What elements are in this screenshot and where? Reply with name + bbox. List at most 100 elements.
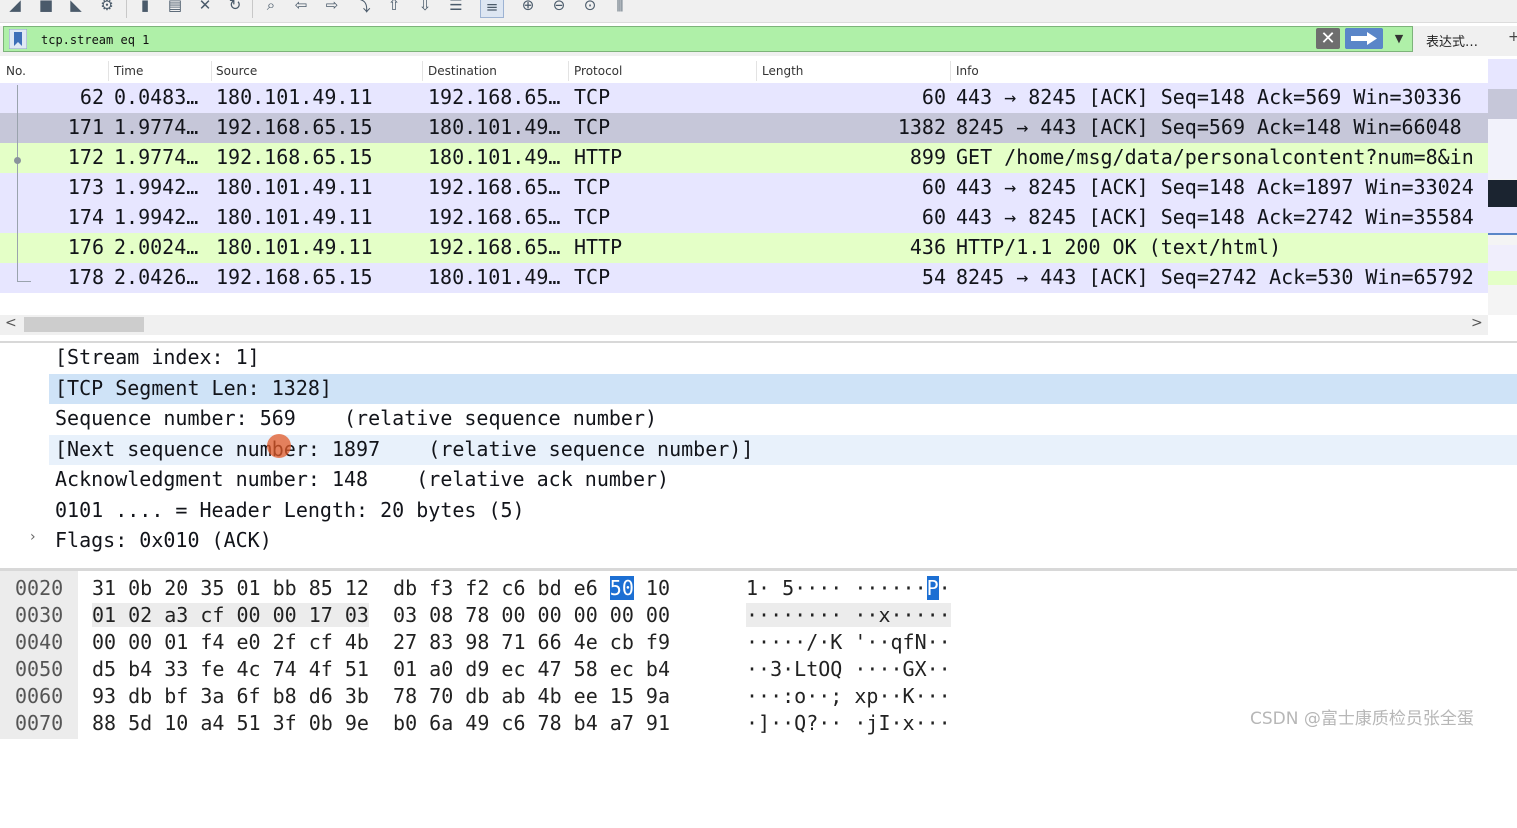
- detail-text: 0101 .... = Header Length: 20 bytes (5): [55, 498, 525, 522]
- hex-offset: 0060: [15, 684, 64, 708]
- packet-list: No. Time Source Destination Protocol Len…: [0, 59, 1517, 337]
- zoom-out-icon[interactable]: ⊖: [548, 0, 570, 16]
- open-file-icon[interactable]: ▮: [134, 0, 156, 16]
- cell-time: 1.9774…: [114, 145, 199, 169]
- detail-item[interactable]: Sequence number: 569 (relative sequence …: [49, 404, 1517, 434]
- cell-time: 1.9942…: [114, 205, 199, 229]
- hex-line[interactable]: 0020 31 0b 20 35 01 bb 85 12 db f3 f2 c6…: [0, 573, 1517, 600]
- detail-text: [Next sequence number: 1897 (relative se…: [55, 437, 754, 461]
- go-to-packet-icon[interactable]: ⤵: [352, 0, 374, 16]
- hex-line[interactable]: 0030 01 02 a3 cf 00 00 17 03 03 08 78 00…: [0, 600, 1517, 627]
- packet-list-header: No. Time Source Destination Protocol Len…: [0, 59, 1488, 84]
- detail-text: Sequence number: 569 (relative sequence …: [55, 406, 658, 430]
- reload-file-icon[interactable]: ↻: [224, 0, 246, 16]
- detail-item[interactable]: Acknowledgment number: 148 (relative ack…: [49, 465, 1517, 495]
- toolbar-separator: [252, 0, 253, 18]
- hex-bytes-tail: 10: [633, 576, 671, 600]
- resize-columns-icon[interactable]: ⫼: [609, 0, 631, 16]
- hex-bytes-group2: db f3 f2 c6 bd e6: [393, 576, 610, 600]
- hex-bytes-group1: 88 5d 10 a4 51 3f 0b 9e: [92, 711, 369, 735]
- restart-capture-icon[interactable]: ◣: [65, 0, 87, 16]
- hex-offset: 0020: [15, 576, 64, 600]
- detail-item[interactable]: 0101 .... = Header Length: 20 bytes (5): [49, 496, 1517, 526]
- packet-row[interactable]: 174 1.9942… 180.101.49.11 192.168.65… TC…: [0, 203, 1488, 233]
- autoscroll-icon[interactable]: ☰: [445, 0, 467, 16]
- detail-text: [Stream index: 1]: [55, 345, 260, 369]
- packet-row[interactable]: 62 0.0483… 180.101.49.11 192.168.65… TCP…: [0, 83, 1488, 113]
- zoom-normal-icon[interactable]: ⊙: [579, 0, 601, 16]
- cell-destination: 192.168.65…: [428, 235, 561, 259]
- shark-fin-start-icon[interactable]: ◢: [4, 0, 26, 16]
- toolbar-separator: [126, 0, 127, 18]
- hex-bytes: 01 02 a3 cf 00 00 17 03 03 08 78 00 00 0…: [92, 603, 670, 627]
- cell-source: 180.101.49.11: [216, 85, 373, 109]
- zoom-in-icon[interactable]: ⊕: [517, 0, 539, 16]
- detail-item[interactable]: [Stream index: 1]: [49, 343, 1517, 373]
- packet-list-minimap-scrollbar[interactable]: [1488, 59, 1517, 315]
- mouse-cursor-indicator: [267, 434, 291, 458]
- packet-row[interactable]: 178 2.0426… 192.168.65.15 180.101.49… TC…: [0, 263, 1488, 293]
- add-filter-button[interactable]: +: [1508, 29, 1517, 45]
- column-header-destination[interactable]: Destination: [428, 64, 497, 78]
- scroll-right-icon[interactable]: >: [1471, 315, 1483, 331]
- expression-button[interactable]: 表达式…: [1426, 31, 1478, 50]
- cell-time: 1.9774…: [114, 115, 199, 139]
- column-header-time[interactable]: Time: [114, 64, 143, 78]
- cell-protocol: HTTP: [574, 235, 623, 259]
- column-header-info[interactable]: Info: [956, 64, 979, 78]
- stop-capture-icon[interactable]: ■: [35, 0, 57, 16]
- scrollbar-thumb[interactable]: [24, 317, 144, 332]
- expand-chevron-icon[interactable]: ›: [30, 529, 36, 545]
- packet-row[interactable]: 173 1.9942… 180.101.49.11 192.168.65… TC…: [0, 173, 1488, 203]
- clear-filter-icon[interactable]: ✕: [1316, 28, 1340, 49]
- detail-text: [TCP Segment Len: 1328]: [55, 376, 332, 400]
- column-header-protocol[interactable]: Protocol: [574, 64, 622, 78]
- cell-source: 192.168.65.15: [216, 265, 373, 289]
- hex-bytes-group1: 01 02 a3 cf 00 00 17 03: [92, 603, 369, 627]
- capture-options-icon[interactable]: ⚙: [96, 0, 118, 16]
- hex-bytes-group2: 27 83 98 71 66 4e cb f9: [393, 630, 670, 654]
- colorize-icon[interactable]: ≡: [480, 0, 504, 18]
- go-forward-icon[interactable]: ⇨: [321, 0, 343, 16]
- cell-destination: 192.168.65…: [428, 175, 561, 199]
- packet-list-horizontal-scrollbar[interactable]: < >: [0, 315, 1488, 335]
- detail-item-flags[interactable]: Flags: 0x010 (ACK): [49, 526, 1517, 556]
- detail-text: Flags: 0x010 (ACK): [55, 528, 272, 552]
- column-header-no[interactable]: No.: [6, 64, 26, 78]
- cell-source: 180.101.49.11: [216, 175, 373, 199]
- cell-destination: 180.101.49…: [428, 115, 561, 139]
- find-packet-icon[interactable]: ⌕: [260, 0, 282, 16]
- packet-row[interactable]: 176 2.0024… 180.101.49.11 192.168.65… HT…: [0, 233, 1488, 263]
- csdn-watermark: CSDN @富士康质检员张全蛋: [1250, 709, 1474, 729]
- hex-line[interactable]: 0040 00 00 01 f4 e0 2f cf 4b 27 83 98 71…: [0, 627, 1517, 654]
- first-packet-icon[interactable]: ⇧: [383, 0, 405, 16]
- go-back-icon[interactable]: ⇦: [290, 0, 312, 16]
- packet-row[interactable]: 172 1.9774… 192.168.65.15 180.101.49… HT…: [0, 143, 1488, 173]
- packet-row[interactable]: 171 1.9774… 192.168.65.15 180.101.49… TC…: [0, 113, 1488, 143]
- cell-source: 180.101.49.11: [216, 235, 373, 259]
- ascii-char-highlighted[interactable]: P: [926, 576, 939, 600]
- column-header-source[interactable]: Source: [216, 64, 257, 78]
- hex-byte-highlighted[interactable]: 50: [609, 576, 634, 600]
- filter-history-dropdown-icon[interactable]: ▼: [1388, 29, 1410, 48]
- scroll-left-icon[interactable]: <: [5, 315, 17, 331]
- last-packet-icon[interactable]: ⇩: [414, 0, 436, 16]
- hex-offset: 0040: [15, 630, 64, 654]
- hex-bytes-group1: 31 0b 20 35 01 bb 85 12: [92, 576, 369, 600]
- display-filter-input[interactable]: tcp.stream eq 1: [3, 26, 1413, 52]
- cell-protocol: TCP: [574, 265, 611, 289]
- ascii-text: ···:o··; xp··K···: [746, 684, 951, 708]
- hex-bytes: 93 db bf 3a 6f b8 d6 3b 78 70 db ab 4b e…: [92, 684, 670, 708]
- apply-filter-arrow-icon[interactable]: [1345, 28, 1383, 49]
- detail-item-selected[interactable]: [TCP Segment Len: 1328]: [49, 374, 1517, 404]
- save-file-icon[interactable]: ▤: [164, 0, 186, 16]
- bookmark-icon[interactable]: [9, 29, 27, 49]
- close-file-icon[interactable]: ✕: [194, 0, 216, 16]
- column-header-length[interactable]: Length: [762, 64, 803, 78]
- hex-line[interactable]: 0050 d5 b4 33 fe 4c 74 4f 51 01 a0 d9 ec…: [0, 654, 1517, 681]
- filter-text: tcp.stream eq 1: [41, 33, 150, 47]
- conversation-tree-end: [17, 281, 31, 282]
- hex-bytes: d5 b4 33 fe 4c 74 4f 51 01 a0 d9 ec 47 5…: [92, 657, 670, 681]
- hex-offset: 0050: [15, 657, 64, 681]
- hex-bytes-group1: 93 db bf 3a 6f b8 d6 3b: [92, 684, 369, 708]
